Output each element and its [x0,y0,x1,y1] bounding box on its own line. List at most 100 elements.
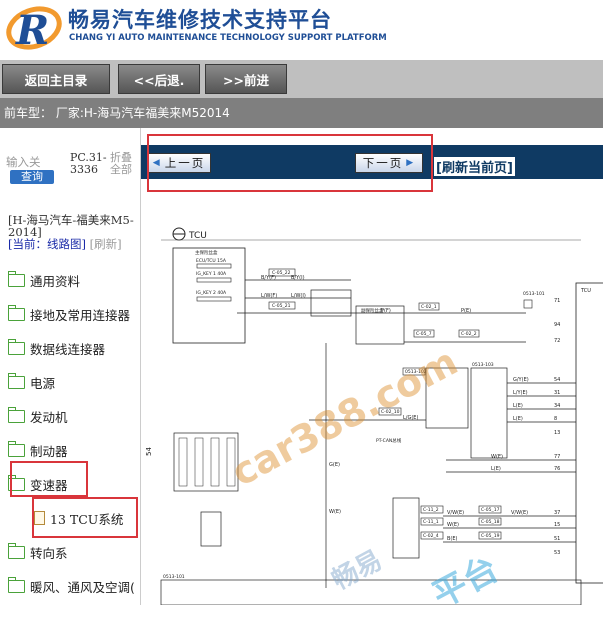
pin-number: 94 [554,322,560,328]
vehicle-info-text: 前车型： 厂家:H-海马汽车福美来M52014 [4,106,230,120]
wire-label: W(E) [447,522,459,528]
connector-c0518: C-05_18 [481,519,500,525]
pin-number: 34 [554,403,560,409]
refresh-link[interactable]: [刷新] [90,237,122,251]
connector-bottom: 0513-101 [163,574,185,580]
wire-label: V/W(E) [447,510,464,516]
vehicle-name: [H-海马汽车-福美来M5-2014] [8,213,134,239]
refresh-page-link[interactable]: [刷新当前页] [434,157,515,176]
tree-item-label: 发动机 [30,409,68,425]
tree-item-label: 通用资料 [30,273,81,289]
folder-icon [7,304,25,321]
back-button[interactable]: <<后退. [118,64,200,94]
wire-label: G/Y(E) [513,377,529,383]
current-location: [当前：线路图] [8,237,86,251]
wire-label: L/W(I) [291,293,306,299]
wire-label: P(E) [461,308,471,314]
pin-number: 13 [554,430,560,436]
connector-c0521: C-05_21 [272,303,291,309]
forward-button[interactable]: >>前进 [205,64,287,94]
connector-c112: C-11_2 [423,507,439,513]
connector-c0519: C-05_19 [481,533,500,539]
wire-label: L/Y(E) [513,390,528,396]
wire-label: W(E) [491,454,503,460]
pin-number: 15 [554,522,560,528]
connector-c0513c: 0513-103 [472,362,494,368]
brand-title: 畅易汽车维修技术支持平台 [68,8,332,32]
wire-label: V/W(E) [511,510,528,516]
pin-number: 31 [554,390,560,396]
connector-c111: C-11_1 [423,519,439,525]
pin-number: 51 [554,536,560,542]
tree-item-label: 电源 [30,375,56,391]
folder-icon [7,576,25,593]
tree-item-power[interactable]: 电源 [7,372,56,392]
folder-icon [7,542,25,559]
wire-label: L(E) [513,416,523,422]
tree-item-ground[interactable]: 接地及常用连接器 [7,304,131,324]
folder-icon [7,270,25,287]
page-number: PC.31-3336 [70,151,107,176]
tree-item-data-connector[interactable]: 数据线连接器 [7,338,106,358]
pt-can-label: PT-CAN总线 [376,437,402,444]
tree-item-general[interactable]: 通用资料 [7,270,81,290]
pin-number: 54 [554,377,560,383]
pin-number: 76 [554,466,560,472]
main-content: ◀ 上一页 下一页 ▶ [刷新当前页] TCU 主保险丝盒 ECU/TCU 15A … [141,128,603,606]
app-header: R 畅易汽车维修技术支持平台 CHANG YI AUTO MAINTENANCE… [0,0,603,60]
svg-text:R: R [15,7,49,54]
fusebox-label: 主保险丝盒 [195,249,218,256]
brand-subtitle: CHANG YI AUTO MAINTENANCE TECHNOLOGY SUP… [69,33,387,43]
connector-c021: C-02_1 [421,304,437,310]
tree-item-label: 转向系 [30,545,68,561]
tree-item-engine[interactable]: 发动机 [7,406,68,426]
tree-item-label: 暖风、通风及空调( [30,579,135,595]
tree-item-label: 数据线连接器 [30,341,106,357]
highlight-tcu-system [32,497,138,538]
highlight-transmission [10,461,88,497]
folder-icon [7,406,25,423]
highlight-page-buttons [147,134,433,192]
wire-label: B/Y(I) [291,275,305,281]
wire-label: P(F) [381,308,391,314]
pin-number: 77 [554,454,560,460]
home-button[interactable]: 返回主目录 [2,64,110,94]
connector-c0513: 0513-101 [523,291,545,297]
diagram-title: TCU [188,231,207,241]
tree-item-hvac[interactable]: 暖风、通风及空调( [7,576,135,596]
ig1-label: IG_KEY 1 40A [196,271,227,277]
pin-number: 71 [554,298,560,304]
wire-label: B/Y(F) [261,275,276,281]
ecu-fuse-label: ECU/TCU 15A [196,258,227,264]
tree-item-brake[interactable]: 制动器 [7,440,68,460]
folder-icon [7,440,25,457]
vehicle-path: [H-海马汽车-福美来M5-2014] [当前：线路图] [刷新] [8,214,138,250]
search-input[interactable]: 输入关 [6,154,41,170]
wire-label: G(E) [329,462,340,468]
folder-icon [7,372,25,389]
pin-number: 53 [554,550,560,556]
wire-label: L(E) [491,466,501,472]
collapse-all-link[interactable]: 折叠全部 [110,152,138,176]
connector-c022: C-02_2 [461,331,477,337]
connector-c0517: C-05_17 [481,507,500,513]
connector-c027: C-05_7 [416,331,432,337]
vehicle-info-bar: 前车型： 厂家:H-海马汽车福美来M52014 [0,98,603,128]
brand-logo-icon: R [6,6,62,54]
wire-label: B(E) [447,536,458,542]
folder-icon [7,338,25,355]
wire-label: L/W(F) [261,293,277,299]
wire-label: L(E) [513,403,523,409]
tree-item-label: 接地及常用连接器 [30,307,131,323]
wire-label: W(E) [329,509,341,515]
pin-number: 8 [554,416,557,422]
tcu-label: TCU [580,288,591,294]
tree-item-label: 制动器 [30,443,68,459]
wire-label: L/G(E) [403,415,418,421]
connector-c024: C-02_4 [423,533,439,539]
navigation-bar: 返回主目录 <<后退. >>前进 [0,60,603,99]
pin-number: 72 [554,338,560,344]
search-button[interactable]: 查询 [10,170,54,184]
tree-item-steering[interactable]: 转向系 [7,542,68,562]
pin-number: 37 [554,510,560,516]
